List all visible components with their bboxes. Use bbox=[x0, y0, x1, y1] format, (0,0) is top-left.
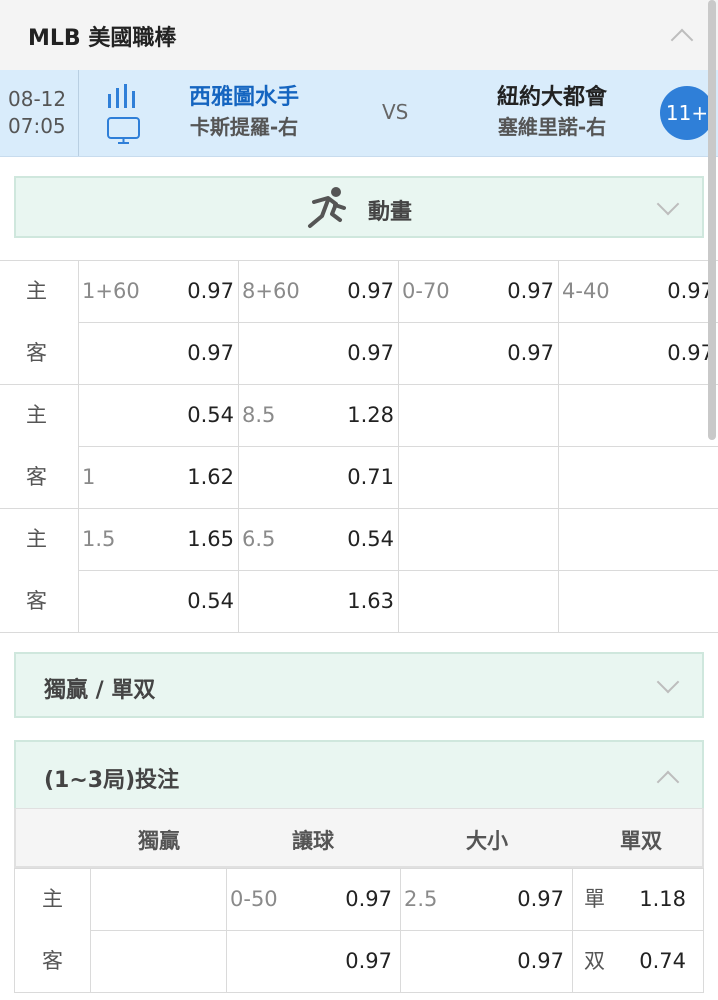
grid-line bbox=[0, 508, 718, 509]
odds-value[interactable]: 0.71 bbox=[298, 463, 394, 491]
league-header[interactable]: MLB 美國職棒 bbox=[0, 0, 718, 71]
odds-value[interactable]: 1.28 bbox=[298, 401, 394, 429]
divider bbox=[78, 70, 79, 156]
odds-value[interactable]: 0.97 bbox=[618, 277, 714, 305]
grid-line bbox=[238, 260, 239, 632]
chevron-down-icon[interactable] bbox=[656, 670, 680, 694]
odds-value[interactable]: 0.97 bbox=[298, 277, 394, 305]
odds-value[interactable]: 0.97 bbox=[458, 339, 554, 367]
grid-line bbox=[14, 992, 704, 993]
grid-line bbox=[90, 930, 704, 931]
match-datetime: 08-12 07:05 bbox=[8, 86, 66, 140]
grid-line bbox=[703, 868, 704, 992]
odd-even-odds[interactable]: 0.74 bbox=[606, 947, 686, 975]
over-under-line: 2.5 bbox=[404, 887, 438, 911]
side-label: 主 bbox=[26, 527, 47, 551]
away-team-name[interactable]: 紐約大都會 bbox=[484, 84, 620, 112]
side-label: 客 bbox=[26, 465, 47, 489]
header-handicap: 讓球 bbox=[292, 829, 334, 853]
grid-line bbox=[0, 384, 718, 385]
scrollbar[interactable] bbox=[708, 0, 716, 440]
header-moneyline: 獨贏 bbox=[138, 829, 180, 853]
away-pitcher: 塞維里諾-右 bbox=[497, 115, 607, 139]
grid-line bbox=[558, 260, 559, 632]
over-under-odds[interactable]: 0.97 bbox=[468, 885, 564, 913]
handicap-line: 0-50 bbox=[230, 887, 278, 911]
odd-even-label: 双 bbox=[584, 949, 605, 973]
market-line: 4-40 bbox=[562, 279, 610, 303]
odds-value[interactable]: 1.62 bbox=[138, 463, 234, 491]
innings-panel-header[interactable]: (1~3局)投注 bbox=[14, 740, 704, 808]
moneyline-title: 獨贏 / 單双 bbox=[44, 678, 156, 703]
market-line: 8.5 bbox=[242, 403, 276, 427]
market-line: 6.5 bbox=[242, 527, 276, 551]
header-odd-even: 單双 bbox=[620, 829, 662, 853]
chevron-down-icon[interactable] bbox=[656, 192, 680, 216]
grid-line bbox=[400, 868, 401, 992]
handicap-odds[interactable]: 0.97 bbox=[296, 885, 392, 913]
odds-value[interactable]: 0.97 bbox=[138, 339, 234, 367]
odds-value[interactable]: 0.54 bbox=[138, 587, 234, 615]
home-team-name[interactable]: 西雅圖水手 bbox=[176, 84, 312, 112]
match-row[interactable]: 08-12 07:05 西雅圖水手 卡斯提羅-右 VS 紐約大都會 塞維里諾-右 bbox=[0, 70, 718, 157]
innings-title: (1~3局)投注 bbox=[44, 768, 180, 793]
chevron-up-icon[interactable] bbox=[670, 28, 694, 52]
odds-value[interactable]: 0.54 bbox=[298, 525, 394, 553]
market-line: 1 bbox=[82, 465, 96, 489]
grid-line bbox=[14, 868, 15, 992]
side-label: 客 bbox=[26, 589, 47, 613]
odds-value[interactable]: 0.97 bbox=[618, 339, 714, 367]
stats-icon[interactable] bbox=[106, 82, 140, 110]
odds-value[interactable]: 1.63 bbox=[298, 587, 394, 615]
odds-value[interactable]: 0.97 bbox=[138, 277, 234, 305]
market-line: 8+60 bbox=[242, 279, 300, 303]
match-time: 07:05 bbox=[8, 114, 66, 138]
grid-line bbox=[78, 260, 79, 632]
tv-icon[interactable] bbox=[106, 116, 142, 146]
running-man-icon bbox=[308, 187, 346, 228]
market-line: 1.5 bbox=[82, 527, 116, 551]
grid-line bbox=[0, 260, 718, 261]
odds-value[interactable]: 0.97 bbox=[458, 277, 554, 305]
side-label: 主 bbox=[26, 279, 47, 303]
animation-panel[interactable]: 動畫 bbox=[14, 176, 704, 238]
side-label: 主 bbox=[42, 887, 63, 911]
home-pitcher: 卡斯提羅-右 bbox=[189, 115, 299, 139]
market-line: 0-70 bbox=[402, 279, 450, 303]
animation-label: 動畫 bbox=[368, 200, 413, 225]
grid-line bbox=[14, 868, 704, 869]
odds-value[interactable]: 0.97 bbox=[298, 339, 394, 367]
vs-label: VS bbox=[382, 100, 409, 124]
over-under-odds[interactable]: 0.97 bbox=[468, 947, 564, 975]
handicap-odds[interactable]: 0.97 bbox=[296, 947, 392, 975]
odds-value[interactable]: 1.65 bbox=[138, 525, 234, 553]
league-title: MLB 美國職棒 bbox=[28, 26, 177, 51]
header-over-under: 大小 bbox=[466, 829, 508, 853]
side-label: 主 bbox=[26, 403, 47, 427]
match-date: 08-12 bbox=[8, 87, 67, 111]
side-label: 客 bbox=[42, 949, 63, 973]
chevron-up-icon[interactable] bbox=[656, 770, 680, 794]
moneyline-panel[interactable]: 獨贏 / 單双 bbox=[14, 652, 704, 718]
grid-line bbox=[0, 632, 718, 633]
more-markets-badge[interactable]: 11+ bbox=[660, 86, 714, 140]
side-label: 客 bbox=[26, 341, 47, 365]
grid-line bbox=[398, 260, 399, 632]
innings-header-row: 獨贏 讓球 大小 單双 bbox=[14, 808, 704, 868]
market-line: 1+60 bbox=[82, 279, 140, 303]
grid-line bbox=[226, 868, 227, 992]
grid-line bbox=[572, 868, 573, 992]
odd-even-label: 單 bbox=[584, 887, 605, 911]
odds-value[interactable]: 0.54 bbox=[138, 401, 234, 429]
odd-even-odds[interactable]: 1.18 bbox=[606, 885, 686, 913]
grid-line bbox=[90, 868, 91, 992]
